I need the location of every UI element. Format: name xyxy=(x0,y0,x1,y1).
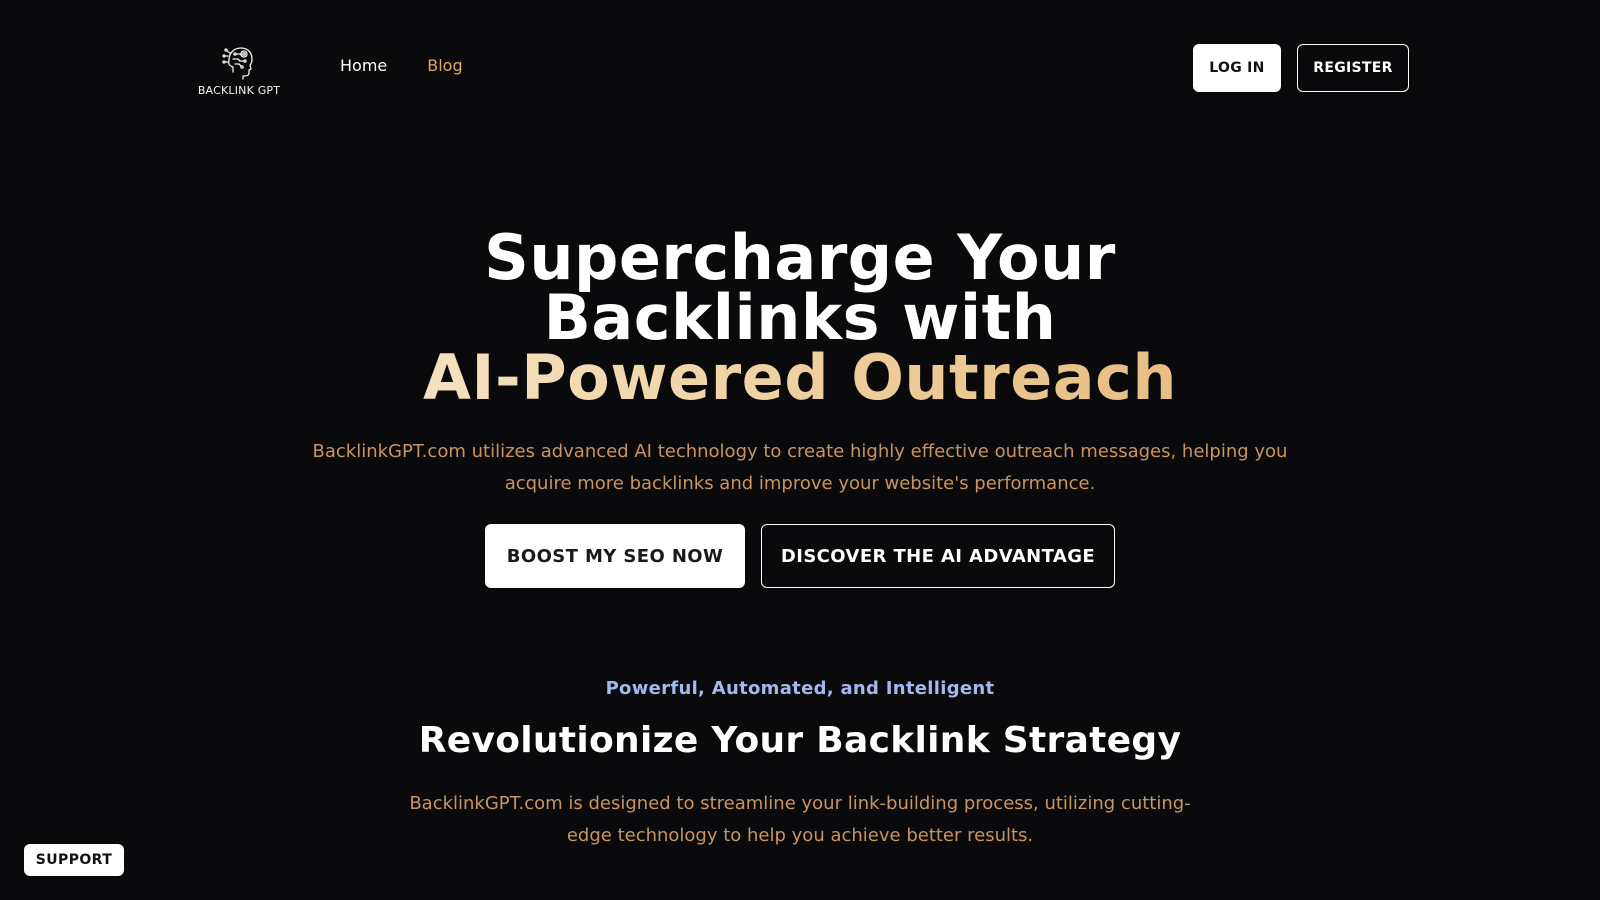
nav-link-home[interactable]: Home xyxy=(340,56,387,75)
hero-title-highlight: AI-Powered Outreach xyxy=(0,347,1600,409)
hero-title-line-2: Backlinks with xyxy=(543,281,1057,354)
logo-text: BACKLINK GPT xyxy=(197,84,281,97)
features-subtitle: BacklinkGPT.com is designed to streamlin… xyxy=(409,793,1191,846)
site-logo[interactable]: BACKLINK GPT xyxy=(195,42,283,98)
features-eyebrow: Powerful, Automated, and Intelligent xyxy=(605,678,995,699)
features-title: Revolutionize Your Backlink Strategy xyxy=(418,720,1182,761)
register-button[interactable]: REGISTER xyxy=(1297,44,1409,92)
discover-ai-button[interactable]: DISCOVER THE AI ADVANTAGE xyxy=(761,524,1115,588)
hero-subtitle: BacklinkGPT.com utilizes advanced AI tec… xyxy=(312,441,1288,494)
hero-title: Supercharge Your Backlinks with AI-Power… xyxy=(0,221,1600,409)
main-nav: Home Blog xyxy=(340,56,463,75)
support-button[interactable]: SUPPORT xyxy=(24,844,124,876)
login-button[interactable]: LOG IN xyxy=(1193,44,1281,92)
boost-seo-button[interactable]: BOOST MY SEO NOW xyxy=(485,524,745,588)
site-header: BACKLINK GPT Home Blog LOG IN REGISTER xyxy=(0,0,1600,135)
hero-title-line-1: Supercharge Your xyxy=(484,221,1116,294)
robot-head-circuit-icon xyxy=(222,47,253,80)
nav-link-blog[interactable]: Blog xyxy=(427,56,462,75)
